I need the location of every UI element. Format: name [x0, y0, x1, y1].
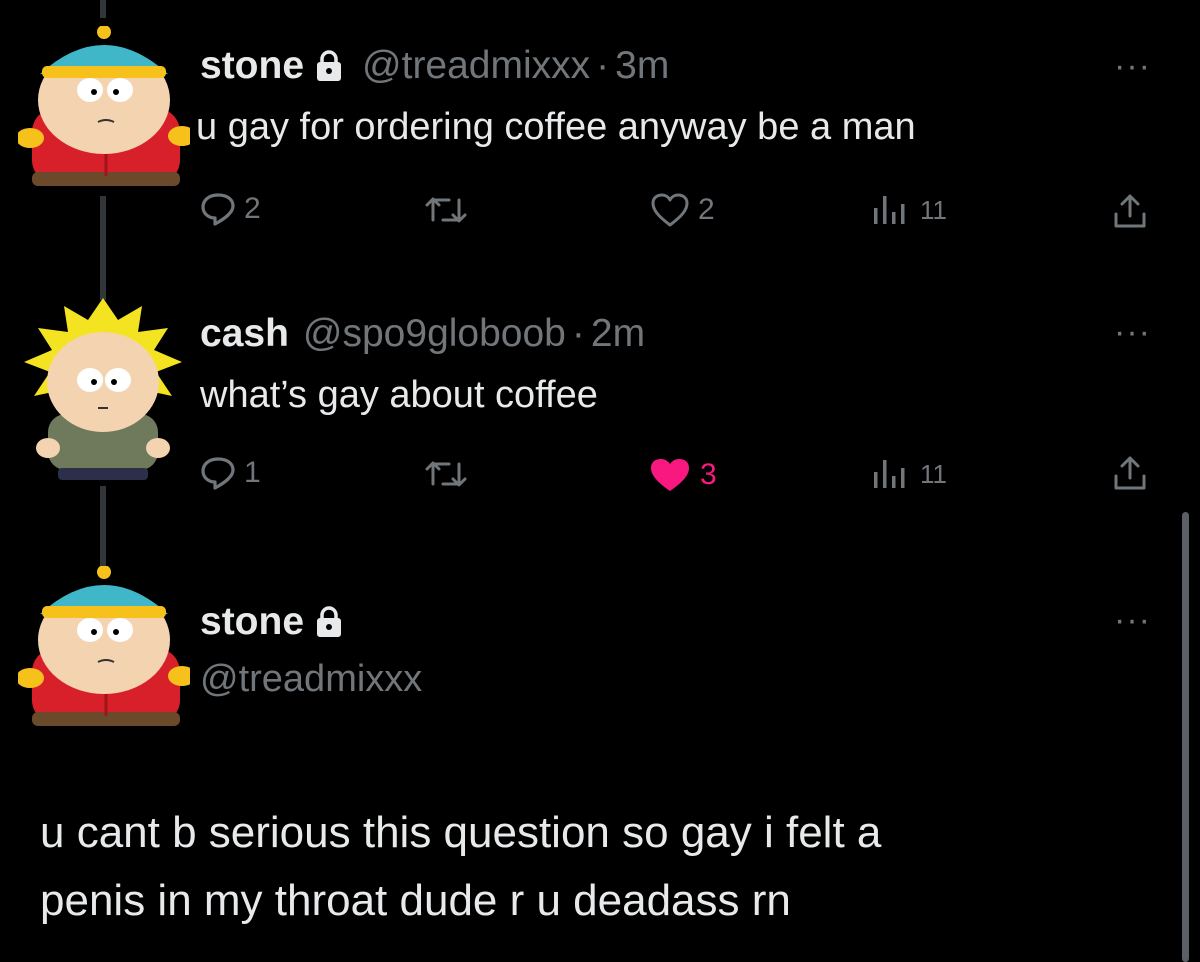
- more-icon[interactable]: ···: [1114, 49, 1151, 83]
- repost-button[interactable]: [424, 194, 468, 226]
- like-button[interactable]: 2: [650, 192, 715, 228]
- avatar[interactable]: [16, 565, 196, 728]
- tweek-avatar-icon: [24, 298, 182, 480]
- heart-filled-icon: [651, 459, 689, 491]
- like-count: 3: [700, 458, 717, 491]
- timestamp[interactable]: 3m: [615, 44, 669, 88]
- dot-separator: ·: [571, 312, 585, 355]
- display-name[interactable]: cash: [200, 312, 289, 356]
- repost-button[interactable]: [424, 458, 468, 490]
- views-icon: [874, 196, 905, 224]
- share-button[interactable]: [1112, 192, 1148, 230]
- reply-count: 2: [244, 192, 261, 225]
- reply-icon: [201, 193, 235, 226]
- display-name[interactable]: stone: [200, 600, 304, 644]
- tweet-text: u gay for ordering coffee anyway be a ma…: [196, 106, 916, 148]
- tweet-header: stone @treadmixxx · 3m: [200, 44, 669, 88]
- avatar[interactable]: [16, 25, 196, 188]
- thread-line: [100, 486, 106, 570]
- dot-separator: ·: [596, 44, 610, 87]
- share-icon: [1114, 194, 1146, 228]
- reply-button[interactable]: 2: [200, 192, 261, 226]
- reply-count: 1: [244, 456, 261, 489]
- repost-icon: [425, 197, 467, 223]
- cartman-avatar-icon: [16, 565, 196, 726]
- views-button[interactable]: 11: [872, 458, 947, 490]
- focused-tweet-name: stone: [200, 600, 344, 644]
- repost-icon: [425, 461, 467, 487]
- views-count: 11: [920, 194, 947, 225]
- like-count: 2: [698, 193, 715, 226]
- cartman-avatar-icon: [16, 25, 196, 186]
- views-icon: [874, 460, 905, 488]
- handle[interactable]: @spo9globoob: [303, 312, 566, 356]
- handle[interactable]: @treadmixxx: [362, 44, 590, 88]
- tweet-header: cash @spo9globoob · 2m: [200, 312, 645, 356]
- like-button[interactable]: 3: [648, 456, 717, 494]
- scrollbar[interactable]: [1182, 512, 1189, 962]
- handle[interactable]: @treadmixxx: [200, 658, 422, 701]
- focused-tweet-text-line: u cant b serious this question so gay i …: [40, 808, 882, 857]
- avatar[interactable]: [20, 298, 186, 484]
- focused-tweet-handle: @treadmixxx: [200, 658, 422, 701]
- thread-line: [100, 196, 106, 300]
- tweet-text: what’s gay about coffee: [200, 374, 598, 416]
- lock-icon: [317, 50, 342, 81]
- focused-tweet-text-line: penis in my throat dude r u deadass rn: [40, 876, 791, 925]
- more-icon[interactable]: ···: [1114, 603, 1151, 637]
- heart-icon: [651, 193, 689, 227]
- share-button[interactable]: [1112, 454, 1148, 492]
- share-icon: [1114, 456, 1146, 490]
- reply-button[interactable]: 1: [200, 456, 261, 490]
- thread-line: [100, 0, 106, 18]
- views-count: 11: [920, 458, 947, 489]
- timestamp[interactable]: 2m: [591, 312, 645, 356]
- more-icon[interactable]: ···: [1114, 315, 1151, 349]
- reply-icon: [201, 457, 235, 490]
- views-button[interactable]: 11: [872, 194, 947, 226]
- lock-icon: [317, 606, 342, 637]
- display-name[interactable]: stone: [200, 44, 304, 88]
